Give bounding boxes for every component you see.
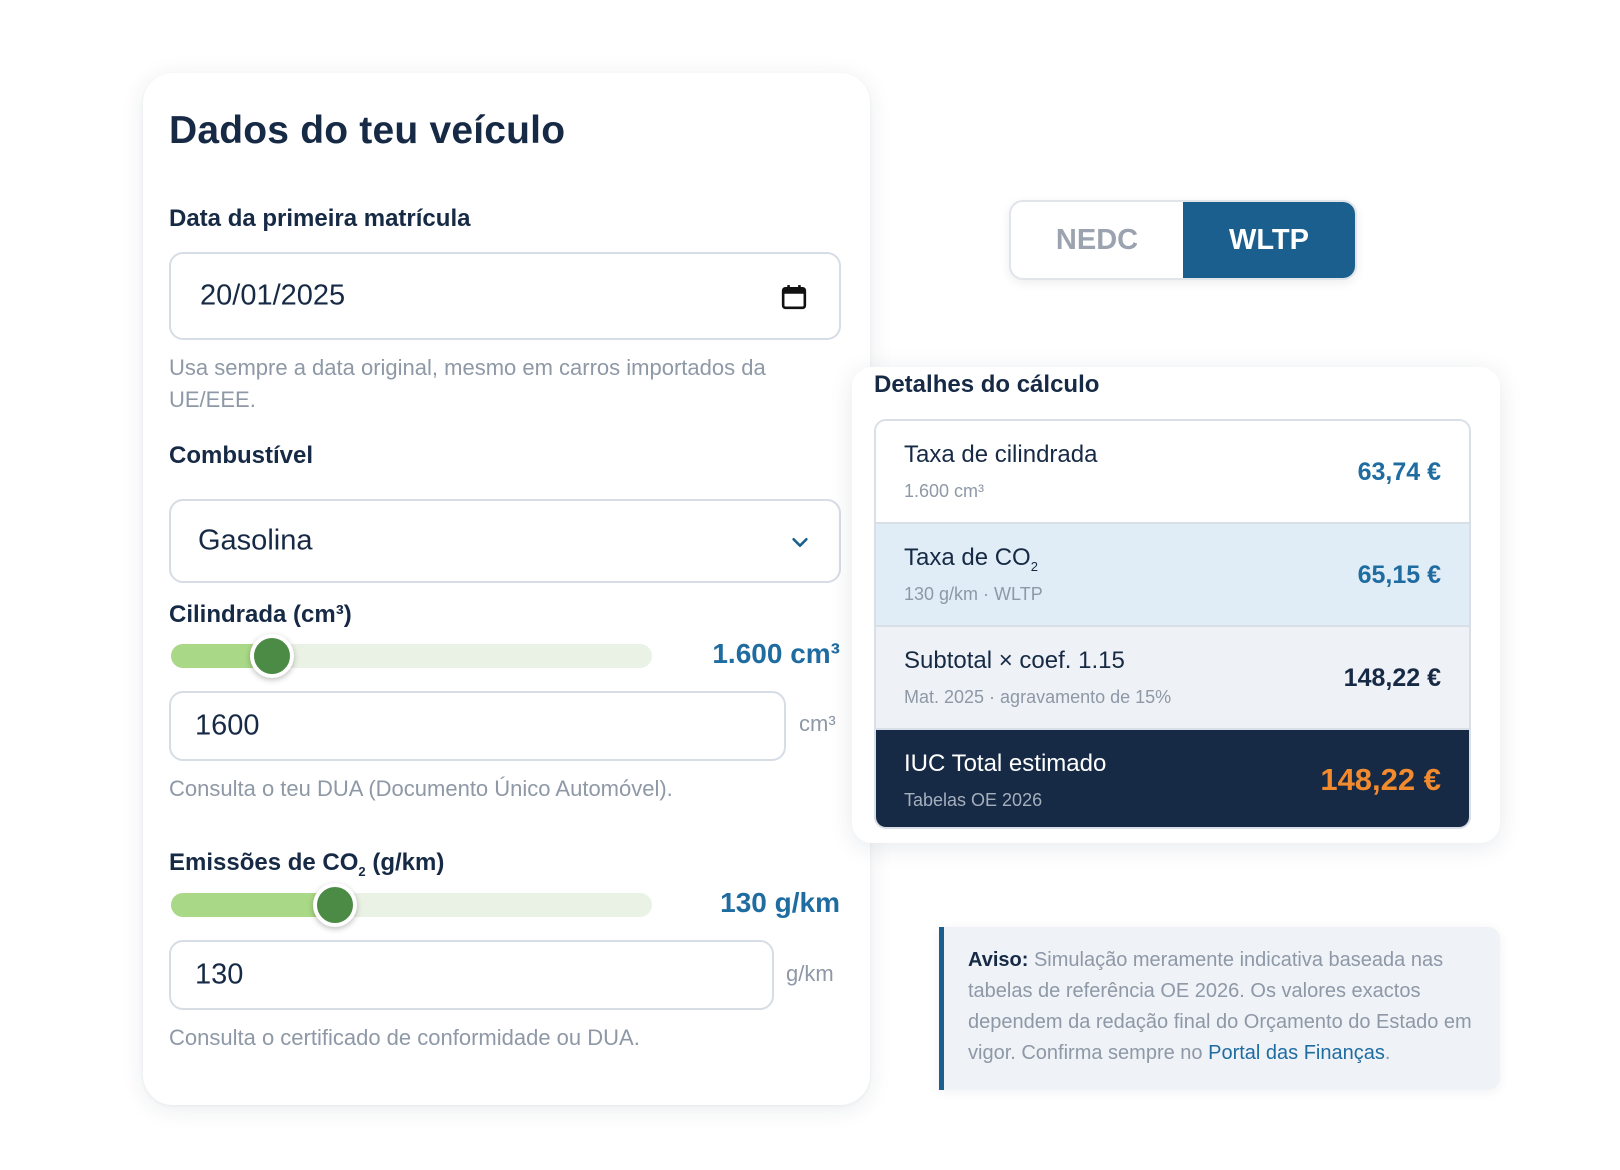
disclaimer-end: .: [1384, 1042, 1391, 1064]
emissions-slider-fill: [171, 893, 335, 917]
calc-row-displacement-tax: Taxa de cilindrada 1.600 cm³ 63,74 €: [876, 421, 1469, 524]
date-label: Data da primeira matrícula: [169, 205, 471, 232]
emissions-label: Emissões de CO2 (g/km): [169, 849, 445, 879]
emissions-input-value: 130: [195, 958, 244, 991]
row-sub: 1.600 cm³: [904, 481, 985, 501]
date-value: 20/01/2025: [200, 279, 346, 312]
vehicle-form-card: Dados do teu veículo Data da primeira ma…: [143, 73, 870, 1105]
displacement-label: Cilindrada (cm³): [169, 601, 352, 628]
calculation-details-card: Detalhes do cálculo Taxa de cilindrada 1…: [852, 367, 1500, 843]
calendar-icon[interactable]: [781, 284, 807, 310]
emissions-hint: Consulta o certificado de conformidade o…: [169, 1025, 640, 1050]
date-hint: Usa sempre a data original, mesmo em car…: [169, 355, 766, 412]
row-value: 63,74 €: [1357, 458, 1441, 486]
row-label: Subtotal × coef. 1.15: [904, 647, 1125, 674]
calc-row-subtotal: Subtotal × coef. 1.15 Mat. 2025 · agrava…: [876, 627, 1469, 730]
emissions-input[interactable]: 130: [169, 940, 774, 1010]
displacement-hint: Consulta o teu DUA (Documento Único Auto…: [169, 776, 673, 801]
total-sub: Tabelas OE 2026: [904, 790, 1043, 810]
displacement-input[interactable]: 1600: [169, 691, 786, 761]
form-title: Dados do teu veículo: [169, 109, 566, 152]
calc-title: Detalhes do cálculo: [874, 371, 1100, 398]
row-value: 65,15 €: [1357, 561, 1441, 589]
toggle-option-wltp[interactable]: WLTP: [1183, 202, 1355, 278]
toggle-option-nedc[interactable]: NEDC: [1011, 202, 1183, 278]
displacement-unit: cm³: [799, 711, 836, 736]
disclaimer-notice: Aviso: Simulação meramente indicativa ba…: [939, 927, 1500, 1090]
disclaimer-title: Aviso:: [968, 949, 1029, 971]
chevron-down-icon: [792, 537, 808, 547]
row-label: Taxa de CO2: [904, 544, 1038, 574]
total-value: 148,22 €: [1320, 762, 1441, 797]
date-input[interactable]: 20/01/2025: [169, 252, 841, 340]
displacement-input-value: 1600: [195, 709, 260, 742]
calc-table: Taxa de cilindrada 1.600 cm³ 63,74 € Tax…: [874, 419, 1471, 829]
test-cycle-toggle: NEDC WLTP: [1009, 200, 1357, 280]
portal-financas-link[interactable]: Portal das Finanças: [1208, 1042, 1385, 1064]
row-value: 148,22 €: [1343, 664, 1441, 692]
fuel-select[interactable]: Gasolina: [169, 499, 841, 583]
row-sub: Mat. 2025 · agravamento de 15%: [904, 687, 1172, 707]
displacement-slider-value: 1.600 cm³: [712, 638, 840, 669]
displacement-slider-thumb[interactable]: [250, 634, 294, 678]
fuel-label: Combustível: [169, 442, 314, 469]
emissions-slider-value: 130 g/km: [720, 887, 840, 918]
emissions-slider[interactable]: [171, 883, 652, 927]
emissions-unit: g/km: [786, 961, 834, 986]
calc-row-total: IUC Total estimado Tabelas OE 2026 148,2…: [876, 730, 1469, 827]
fuel-value: Gasolina: [198, 524, 313, 557]
row-label: Taxa de cilindrada: [904, 441, 1098, 468]
calc-row-co2-tax: Taxa de CO2 130 g/km · WLTP 65,15 €: [876, 524, 1469, 627]
total-label: IUC Total estimado: [904, 750, 1107, 777]
row-sub: 130 g/km · WLTP: [904, 584, 1043, 604]
displacement-slider[interactable]: [171, 634, 652, 678]
emissions-slider-thumb[interactable]: [312, 883, 357, 927]
